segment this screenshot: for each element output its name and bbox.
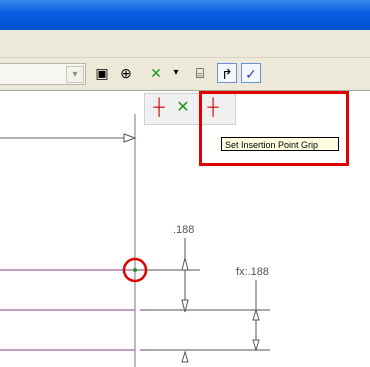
dim-arrow-icon: [181, 350, 189, 363]
highlight-box: [199, 91, 349, 166]
style-combo[interactable]: ▾: [0, 63, 86, 85]
dim-arrow-icon: [252, 308, 260, 321]
tb-dropdown-icon[interactable]: ▾: [166, 63, 186, 83]
insertion-point-icon[interactable]: ↱: [217, 63, 237, 83]
dimension-text-right[interactable]: fx:.188: [236, 266, 269, 278]
chevron-down-icon[interactable]: ▾: [66, 66, 84, 83]
dimension-text-top[interactable]: .188: [173, 224, 194, 236]
window-title-bar: [0, 0, 370, 30]
center-mark-icon[interactable]: ✕: [173, 97, 193, 119]
property-icon[interactable]: ▣: [92, 63, 112, 83]
grip-point: [133, 268, 137, 272]
crosshair-icon[interactable]: ┼: [149, 97, 169, 119]
arrow-icon: [123, 133, 137, 143]
menu-bar: [0, 30, 370, 58]
sketch-icon[interactable]: ⊕: [116, 63, 136, 83]
toolbar: ▾ ▣ ⊕ ✕ ▾ ⌸ ↱ ✓: [0, 58, 370, 91]
dim-arrow-icon: [181, 257, 189, 271]
dimension-icon[interactable]: ⌸: [190, 63, 210, 83]
check-icon[interactable]: ✓: [241, 63, 261, 83]
center-point-icon[interactable]: ✕: [146, 63, 166, 83]
dim-arrow-icon: [252, 339, 260, 352]
tooltip: Set Insertion Point Grip: [221, 137, 339, 151]
